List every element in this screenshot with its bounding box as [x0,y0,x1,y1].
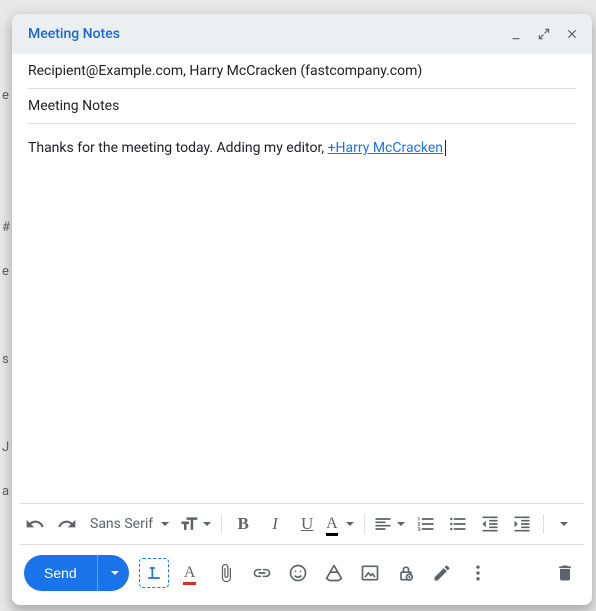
undo-button[interactable] [20,509,50,539]
send-options-button[interactable] [97,555,129,591]
underline-button[interactable]: U [292,509,322,539]
confidential-mode-button[interactable] [391,558,421,588]
bold-button[interactable]: B [228,509,258,539]
send-button[interactable]: Send [24,555,97,591]
insert-emoji-button[interactable] [283,558,313,588]
more-formatting-button[interactable] [550,509,580,539]
send-bar: Send A [12,545,592,605]
chevron-down-icon [560,522,568,526]
chevron-down-icon [397,522,405,526]
indent-less-button[interactable] [475,509,505,539]
recipients-field[interactable]: Recipient@Example.com, Harry McCracken (… [28,54,576,89]
compose-body[interactable]: Thanks for the meeting today. Adding my … [12,124,592,503]
chevron-down-icon [161,522,169,526]
mention-link[interactable]: +Harry McCracken [328,140,443,156]
compose-window: Meeting Notes Recipient@Example.com, Har… [12,14,592,605]
more-options-button[interactable] [463,558,493,588]
font-size-button[interactable] [177,509,215,539]
compose-title: Meeting Notes [28,26,504,42]
italic-button[interactable]: I [260,509,290,539]
close-button[interactable] [560,22,584,46]
minimize-button[interactable] [504,22,528,46]
compose-titlebar: Meeting Notes [12,14,592,54]
discard-draft-button[interactable] [550,558,580,588]
body-text: Thanks for the meeting today. Adding my … [28,140,328,156]
bulleted-list-button[interactable] [443,509,473,539]
toggle-formatting-button[interactable] [139,558,169,588]
text-color-button[interactable]: A [324,509,358,539]
attach-file-button[interactable] [211,558,241,588]
insert-signature-button[interactable] [427,558,457,588]
align-button[interactable] [371,509,409,539]
insert-link-button[interactable] [247,558,277,588]
numbered-list-button[interactable] [411,509,441,539]
font-family-select[interactable]: Sans Serif [84,509,175,539]
insert-photo-button[interactable] [355,558,385,588]
chevron-down-icon [203,522,211,526]
text-cursor [445,140,446,156]
formatting-toolbar: Sans Serif B I U A [12,504,592,544]
indent-more-button[interactable] [507,509,537,539]
chevron-down-icon [346,522,354,526]
redo-button[interactable] [52,509,82,539]
insert-drive-button[interactable] [319,558,349,588]
chevron-down-icon [111,571,119,575]
subject-field[interactable]: Meeting Notes [28,89,576,124]
expand-button[interactable] [532,22,556,46]
text-style-button[interactable]: A [175,558,205,588]
